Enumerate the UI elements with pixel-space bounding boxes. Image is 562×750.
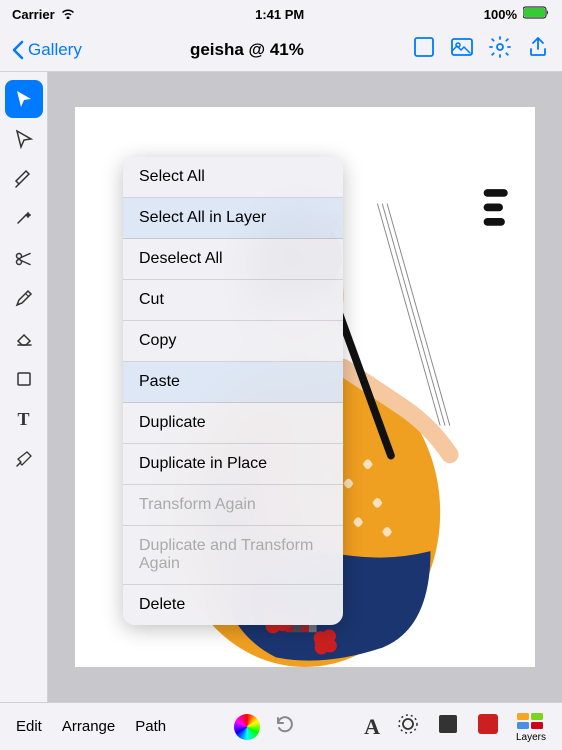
- add-anchor-tool[interactable]: [5, 200, 43, 238]
- menu-cut[interactable]: Cut: [123, 280, 343, 321]
- color-swatch-icon[interactable]: [476, 712, 500, 741]
- menu-duplicate-in-place[interactable]: Duplicate in Place: [123, 444, 343, 485]
- select-tool[interactable]: [5, 80, 43, 118]
- pen-tool[interactable]: [5, 160, 43, 198]
- battery-percent: 100%: [484, 7, 517, 22]
- eyedropper-tool[interactable]: [5, 440, 43, 478]
- carrier-label: Carrier: [12, 7, 55, 22]
- settings-icon[interactable]: [488, 35, 512, 65]
- menu-select-all-layer[interactable]: Select All in Layer: [123, 198, 343, 239]
- battery-icon: [523, 6, 550, 22]
- menu-paste[interactable]: Paste: [123, 362, 343, 403]
- canvas-area: Select All Select All in Layer Deselect …: [48, 72, 562, 702]
- pencil-tool[interactable]: [5, 280, 43, 318]
- status-right: 100%: [484, 6, 550, 22]
- direct-select-tool[interactable]: [5, 120, 43, 158]
- color-wheel-btn[interactable]: [234, 714, 260, 740]
- square-icon[interactable]: [436, 712, 460, 741]
- status-left: Carrier: [12, 7, 76, 22]
- text-tool[interactable]: T: [5, 400, 43, 438]
- undo-btn[interactable]: [274, 713, 296, 741]
- left-toolbar: T: [0, 72, 48, 702]
- back-label: Gallery: [28, 40, 82, 60]
- main-area: T: [0, 72, 562, 702]
- menu-select-all[interactable]: Select All: [123, 157, 343, 198]
- eraser-tool[interactable]: [5, 320, 43, 358]
- path-menu-btn[interactable]: Path: [135, 718, 166, 735]
- bottom-right-controls: A Layers: [364, 711, 546, 743]
- edit-menu-btn[interactable]: Edit: [16, 718, 42, 735]
- back-button[interactable]: Gallery: [12, 40, 82, 60]
- arrange-menu-btn[interactable]: Arrange: [62, 718, 115, 735]
- focus-icon[interactable]: [396, 712, 420, 741]
- menu-duplicate-transform: Duplicate and Transform Again: [123, 526, 343, 585]
- menu-transform-again: Transform Again: [123, 485, 343, 526]
- nav-bar: Gallery geisha @ 41%: [0, 28, 562, 72]
- menu-deselect-all[interactable]: Deselect All: [123, 239, 343, 280]
- context-menu: Select All Select All in Layer Deselect …: [123, 157, 343, 625]
- text-style-icon[interactable]: A: [364, 714, 380, 740]
- status-bar: Carrier 1:41 PM 100%: [0, 0, 562, 28]
- bottom-center-controls: [234, 713, 296, 741]
- menu-copy[interactable]: Copy: [123, 321, 343, 362]
- menu-delete[interactable]: Delete: [123, 585, 343, 625]
- menu-duplicate[interactable]: Duplicate: [123, 403, 343, 444]
- nav-title: geisha @ 41%: [190, 40, 304, 60]
- bottom-left-menu: Edit Arrange Path: [16, 718, 166, 735]
- image-icon[interactable]: [450, 35, 474, 65]
- bottom-toolbar: Edit Arrange Path A: [0, 702, 562, 750]
- layers-label: Layers: [516, 732, 546, 743]
- share-icon[interactable]: [526, 35, 550, 65]
- nav-actions: [412, 35, 550, 65]
- frame-icon[interactable]: [412, 35, 436, 65]
- wifi-icon: [60, 7, 76, 22]
- layers-btn[interactable]: Layers: [516, 711, 546, 743]
- canvas-content: Select All Select All in Layer Deselect …: [75, 107, 535, 667]
- status-time: 1:41 PM: [255, 7, 304, 22]
- scissors-tool[interactable]: [5, 240, 43, 278]
- shape-tool[interactable]: [5, 360, 43, 398]
